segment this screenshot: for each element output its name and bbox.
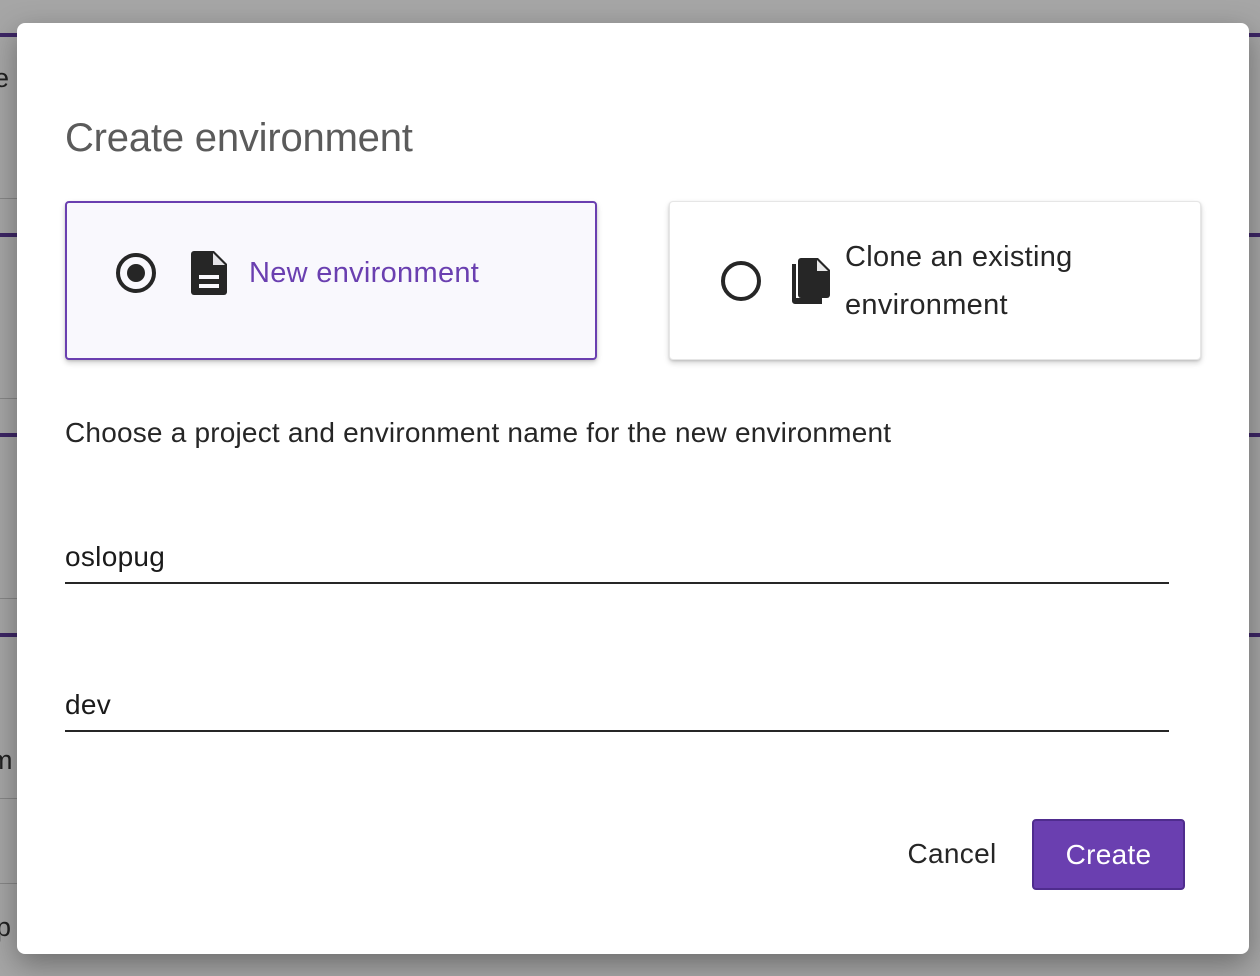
new-environment-label: New environment [249, 257, 480, 289]
create-button[interactable]: Create [1032, 819, 1185, 890]
cancel-button[interactable]: Cancel [890, 819, 1014, 889]
clone-environment-radio[interactable] [721, 261, 761, 301]
copy-documents-icon [792, 258, 830, 309]
dialog-title: Create environment [65, 116, 413, 160]
instructions-text: Choose a project and environment name fo… [65, 417, 892, 448]
new-environment-option[interactable]: New environment [65, 201, 597, 360]
clone-environment-option[interactable]: Clone an existing environment [669, 201, 1201, 360]
radio-selected-dot [127, 264, 145, 282]
clone-environment-label: Clone an existing environment [845, 233, 1073, 329]
clone-environment-label-line: Clone an existing [845, 241, 1073, 273]
new-environment-radio[interactable] [116, 253, 156, 293]
project-name-input[interactable] [65, 532, 1169, 584]
clone-environment-label-line: environment [845, 289, 1008, 321]
create-environment-dialog: Create environment New environment Clone… [17, 23, 1249, 954]
environment-name-input[interactable] [65, 680, 1169, 732]
document-icon [191, 251, 227, 300]
